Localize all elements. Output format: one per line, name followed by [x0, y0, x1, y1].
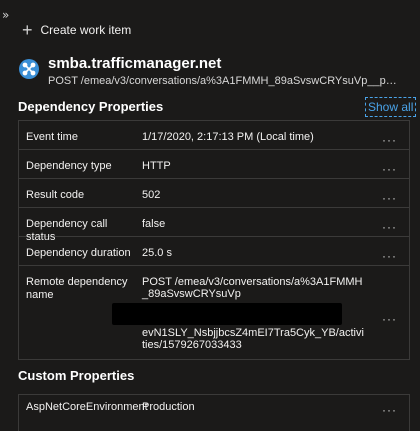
row-more-menu-icon[interactable]: ··· [382, 220, 397, 234]
create-work-item-label: Create work item [40, 23, 132, 37]
property-name: Result code [26, 189, 85, 201]
table-row: AspNetCoreEnvironment Production ··· [19, 395, 409, 431]
property-value: HTTP [142, 160, 171, 172]
row-more-menu-icon[interactable]: ··· [382, 312, 397, 326]
property-value: 502 [142, 189, 161, 201]
property-name: Dependency duration [26, 247, 131, 259]
dependency-properties-table: Event time 1/17/2020, 2:17:13 PM (Local … [18, 120, 410, 360]
property-value: 1/17/2020, 2:17:13 PM (Local time) [142, 131, 314, 143]
remote-name-start: POST /emea/v3/conversations/a%3A1FMMH_89… [142, 276, 363, 300]
dependency-header: smba.trafficmanager.net POST /emea/v3/co… [18, 55, 418, 88]
redaction-mark [112, 303, 342, 325]
dependency-properties-heading: Dependency Properties [18, 99, 164, 114]
table-row: Dependency type HTTP ··· [19, 150, 409, 179]
table-row: Dependency duration 25.0 s ··· [19, 237, 409, 266]
property-value: false [142, 218, 166, 230]
dependency-subtitle: POST /emea/v3/conversations/a%3A1FMMH_89… [48, 75, 403, 87]
dependency-title: smba.trafficmanager.net [48, 55, 222, 72]
collapse-panel-icon[interactable]: » [2, 8, 9, 22]
property-name: Dependency type [26, 160, 112, 172]
remote-name-end: evN1SLY_NsbjjbcsZ4mEI7Tra5Cyk_YB/activit… [142, 327, 364, 351]
property-value: 25.0 s [142, 247, 172, 259]
row-more-menu-icon[interactable]: ··· [382, 403, 397, 417]
custom-properties-table: AspNetCoreEnvironment Production ··· [18, 394, 410, 431]
table-row: Dependency call status false ··· [19, 208, 409, 243]
row-more-menu-icon[interactable]: ··· [382, 133, 397, 147]
row-more-menu-icon[interactable]: ··· [382, 191, 397, 205]
property-name: Dependency call status [26, 218, 108, 243]
show-all-button[interactable]: Show all [365, 97, 417, 117]
table-row: Result code 502 ··· [19, 179, 409, 208]
custom-properties-heading: Custom Properties [18, 368, 135, 383]
table-row: Event time 1/17/2020, 2:17:13 PM (Local … [19, 121, 409, 150]
row-more-menu-icon[interactable]: ··· [382, 249, 397, 263]
property-value: POST /emea/v3/conversations/a%3A1FMMH_89… [112, 266, 365, 359]
property-value: Production [142, 401, 195, 413]
create-work-item-button[interactable]: + Create work item [22, 20, 131, 40]
plus-icon: + [22, 20, 33, 40]
dependency-globe-icon [19, 59, 39, 79]
property-name: Event time [26, 131, 78, 143]
row-more-menu-icon[interactable]: ··· [382, 162, 397, 176]
table-row: Remote dependency name POST /emea/v3/con… [19, 266, 409, 359]
property-name: AspNetCoreEnvironment [26, 401, 148, 413]
